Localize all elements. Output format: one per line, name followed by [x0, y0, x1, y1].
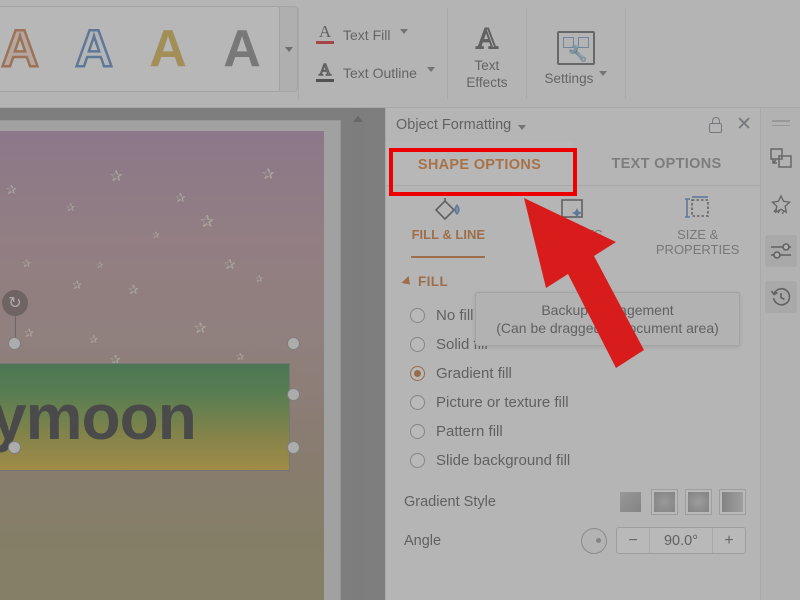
- subtab-fill-and-line[interactable]: FILL & LINE: [386, 192, 511, 264]
- angle-row: Angle − 90.0° +: [386, 515, 760, 554]
- radio-indicator: [410, 337, 425, 352]
- toolbar-divider: [624, 8, 626, 99]
- panel-title: Object Formatting: [396, 117, 512, 133]
- selection-handle-top-left[interactable]: [8, 337, 21, 350]
- radio-slide-bg-fill-label: Slide background fill: [436, 452, 571, 469]
- expand-triangle-icon: [401, 275, 414, 288]
- paint-bucket-icon: [432, 192, 464, 228]
- ribbon-toolbar: A A A A A Text Fill A Text Outline A Tex…: [0, 0, 800, 108]
- angle-stepper[interactable]: − 90.0° +: [616, 527, 746, 554]
- wordart-letter: A: [223, 20, 261, 78]
- angle-label: Angle: [404, 532, 442, 549]
- text-outline-button[interactable]: A Text Outline: [315, 60, 435, 85]
- replace-shape-icon[interactable]: [765, 143, 797, 175]
- text-outline-label: Text Outline: [343, 64, 417, 81]
- selection-handle-middle-right[interactable]: [287, 388, 300, 401]
- gradient-style-radial[interactable]: [651, 489, 678, 515]
- text-fill-label: Text Fill: [343, 26, 391, 43]
- chevron-down-icon[interactable]: [400, 28, 409, 34]
- slide-canvas[interactable]: ✰ ✰ ✰ ✰ ✰ ✰ ✰ ✰ ✰ ✰ ✰ ✰ ✰ ✰ ✰ ✰ ✰ ✰ ✰ ✰ …: [0, 131, 324, 600]
- angle-decrease-button[interactable]: −: [617, 528, 650, 553]
- rotation-stem: [14, 313, 16, 340]
- radio-gradient-fill-label: Gradient fill: [436, 365, 512, 382]
- vertical-scrollbar[interactable]: [351, 108, 365, 600]
- text-effects-label-line1: Text: [474, 58, 500, 74]
- wordart-sample-1[interactable]: A: [0, 10, 57, 88]
- close-icon[interactable]: ✕: [736, 115, 752, 134]
- radio-slide-background-fill[interactable]: Slide background fill: [410, 446, 760, 475]
- wordart-sample-2[interactable]: A: [57, 10, 131, 88]
- text-fill-button[interactable]: A Text Fill: [315, 23, 435, 47]
- selected-textbox[interactable]: ymoon: [0, 363, 290, 471]
- selection-handle-top-right[interactable]: [287, 337, 300, 350]
- wordart-style-gallery[interactable]: A A A A: [0, 6, 280, 92]
- wordart-sample-3[interactable]: A: [131, 10, 205, 88]
- radio-indicator: [410, 366, 425, 381]
- letter-a-outline-icon: A: [315, 60, 335, 85]
- settings-wrench-icon: 🔧: [556, 31, 595, 66]
- wordart-gallery-more-button[interactable]: [280, 6, 298, 92]
- rotation-handle[interactable]: ↻: [2, 290, 28, 316]
- radio-indicator: [410, 453, 425, 468]
- radio-indicator: [410, 308, 425, 323]
- lock-icon[interactable]: [709, 116, 723, 133]
- gradient-style-linear[interactable]: [617, 489, 644, 515]
- text-effects-icon: A: [475, 22, 499, 56]
- wordart-letter: A: [74, 20, 114, 78]
- radio-pattern-fill[interactable]: Pattern fill: [410, 417, 760, 446]
- gradient-style-row: Gradient Style: [386, 475, 760, 515]
- gradient-style-label: Gradient Style: [404, 494, 496, 510]
- letter-a-underline-icon: A: [315, 23, 335, 47]
- text-effects-label-line2: Effects: [466, 75, 508, 90]
- panel-header: Object Formatting ✕: [386, 108, 760, 142]
- radio-no-fill-label: No fill: [436, 307, 474, 324]
- chevron-down-icon[interactable]: [599, 71, 608, 76]
- angle-increase-button[interactable]: +: [712, 528, 745, 553]
- wordart-letter: A: [0, 20, 40, 78]
- gradient-style-path[interactable]: [719, 489, 746, 515]
- wordart-letter: A: [149, 20, 187, 78]
- textbox-text: ymoon: [0, 381, 197, 453]
- history-clock-icon[interactable]: [764, 281, 797, 313]
- tab-text-options-label: TEXT OPTIONS: [611, 155, 722, 172]
- subtab-fill-and-line-label: FILL & LINE: [411, 227, 486, 242]
- radio-indicator: [410, 395, 425, 410]
- angle-value[interactable]: 90.0°: [650, 528, 712, 553]
- text-fill-outline-group: A Text Fill A Text Outline: [299, 0, 447, 107]
- chevron-down-icon: [284, 46, 293, 52]
- wordart-sample-4[interactable]: A: [205, 10, 279, 88]
- selection-handle-bottom-left[interactable]: [8, 441, 21, 454]
- slide-workspace: ✰ ✰ ✰ ✰ ✰ ✰ ✰ ✰ ✰ ✰ ✰ ✰ ✰ ✰ ✰ ✰ ✰ ✰ ✰ ✰ …: [0, 108, 385, 600]
- chevron-down-icon[interactable]: [426, 66, 435, 72]
- right-sidebar-rail: [760, 108, 800, 600]
- format-sliders-icon[interactable]: [764, 235, 797, 267]
- radio-pattern-fill-label: Pattern fill: [436, 423, 503, 440]
- slide-frame: ✰ ✰ ✰ ✰ ✰ ✰ ✰ ✰ ✰ ✰ ✰ ✰ ✰ ✰ ✰ ✰ ✰ ✰ ✰ ✰ …: [0, 121, 340, 600]
- chevron-down-icon[interactable]: [518, 124, 527, 130]
- annotation-arrow: [524, 198, 644, 368]
- fill-section-label: FILL: [418, 274, 449, 289]
- settings-button[interactable]: 🔧 Settings: [527, 0, 625, 107]
- tab-text-options[interactable]: TEXT OPTIONS: [573, 142, 760, 185]
- angle-dial-icon[interactable]: [581, 527, 607, 554]
- text-effects-button[interactable]: A Text Effects: [448, 0, 526, 107]
- selection-handle-bottom-right[interactable]: [287, 441, 300, 454]
- scroll-up-arrow-icon[interactable]: [353, 116, 363, 122]
- radio-indicator: [410, 424, 425, 439]
- collapse-lines-icon[interactable]: [771, 120, 790, 129]
- annotation-highlight-box: [389, 148, 577, 196]
- animation-star-icon[interactable]: [765, 189, 797, 221]
- settings-label: Settings: [544, 71, 594, 86]
- gradient-style-rectangular[interactable]: [685, 489, 712, 515]
